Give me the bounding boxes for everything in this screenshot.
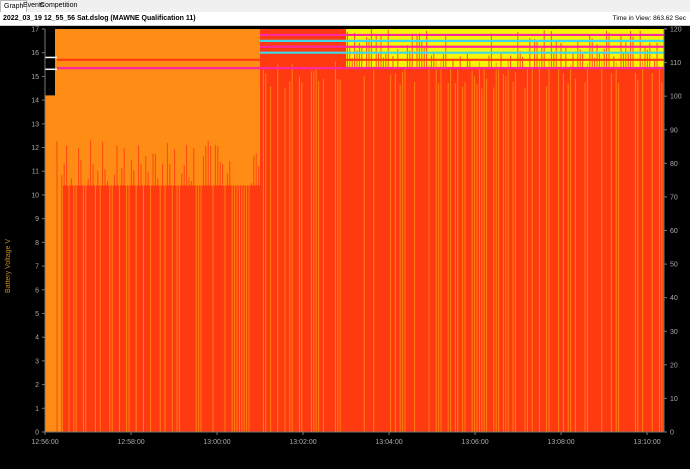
right-tick-label: 110	[670, 60, 681, 67]
x-tick-label: 13:02:00	[289, 439, 316, 446]
x-tick-label: 12:56:00	[31, 439, 58, 446]
left-tick-label: 0	[35, 430, 39, 437]
left-tick-label: 13	[31, 121, 39, 128]
x-tick-label: 13:00:00	[203, 439, 230, 446]
battery-start-bar	[45, 95, 55, 433]
right-tick-label: 100	[670, 94, 682, 101]
left-tick-label: 8	[35, 240, 39, 247]
right-tick-label: 80	[670, 161, 678, 168]
x-tick-label: 13:10:00	[633, 439, 660, 446]
left-tick-label: 12	[31, 145, 39, 152]
plot-area[interactable]	[45, 29, 664, 433]
left-tick-label: 4	[35, 335, 39, 342]
tab-competition[interactable]: Competition	[37, 0, 80, 12]
time-in-view-label: Time in View: 863.62 Sec	[612, 15, 686, 22]
left-tick-label: 5	[35, 311, 39, 318]
left-tick-label: 10	[31, 192, 39, 199]
right-tick-label: 10	[670, 396, 678, 403]
right-tick-label: 0	[670, 430, 674, 437]
left-tick-label: 2	[35, 382, 39, 389]
left-tick-label: 9	[35, 216, 39, 223]
battery-voltage-chart[interactable]: 0123456789101112131415161701020304050607…	[0, 26, 690, 469]
left-tick-label: 16	[31, 50, 39, 57]
right-tick-label: 60	[670, 228, 678, 235]
right-tick-label: 30	[670, 329, 678, 336]
y-axis-label: Battery Voltage V	[5, 239, 12, 293]
left-tick-label: 3	[35, 358, 39, 365]
x-tick-label: 13:06:00	[461, 439, 488, 446]
left-tick-label: 7	[35, 264, 39, 271]
log-title-bar: 2022_03_19 12_55_56 Sat.dslog (MAWNE Qua…	[0, 12, 690, 26]
x-tick-label: 13:04:00	[375, 439, 402, 446]
x-tick-label: 12:58:00	[117, 439, 144, 446]
right-tick-label: 70	[670, 194, 678, 201]
log-file-title: 2022_03_19 12_55_56 Sat.dslog (MAWNE Qua…	[3, 15, 196, 22]
right-tick-label: 40	[670, 295, 678, 302]
right-tick-label: 20	[670, 362, 678, 369]
left-tick-label: 11	[32, 169, 39, 176]
left-tick-label: 1	[35, 406, 39, 413]
left-tick-label: 6	[35, 287, 39, 294]
x-tick-label: 13:08:00	[547, 439, 574, 446]
left-tick-label: 14	[31, 98, 39, 105]
right-tick-label: 90	[670, 127, 678, 134]
right-tick-label: 120	[670, 27, 682, 34]
right-tick-label: 50	[670, 262, 678, 269]
left-tick-label: 15	[31, 74, 39, 81]
left-tick-label: 17	[31, 27, 39, 34]
